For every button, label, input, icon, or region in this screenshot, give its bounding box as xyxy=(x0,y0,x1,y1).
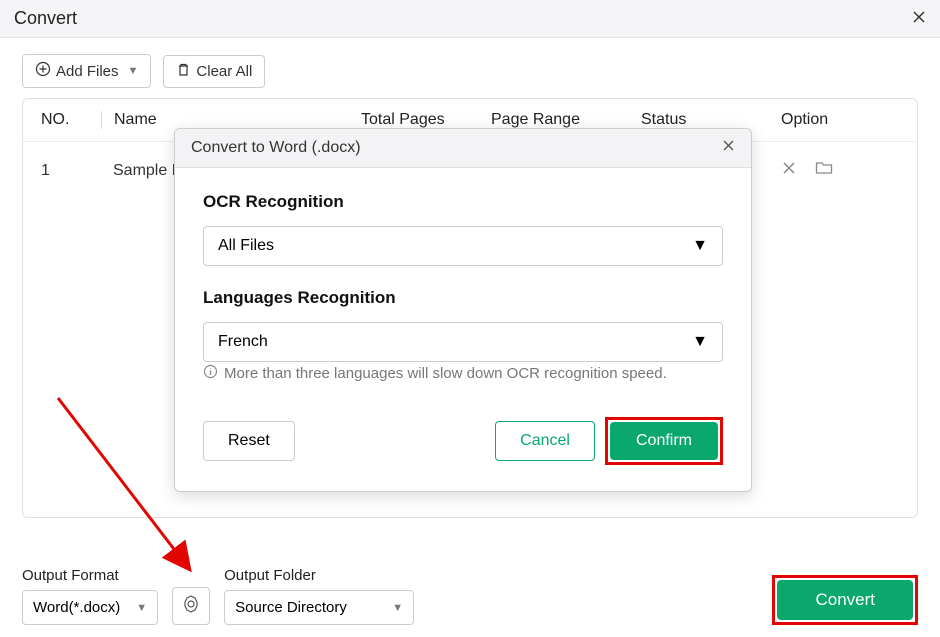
modal-body: OCR Recognition All Files ▼ Languages Re… xyxy=(175,168,751,395)
toolbar: Add Files ▼ Clear All xyxy=(0,38,940,98)
plus-icon xyxy=(35,61,51,81)
col-status: Status xyxy=(641,111,781,129)
ocr-files-value: All Files xyxy=(218,237,274,255)
output-format-select[interactable]: Word(*.docx) ▼ xyxy=(22,590,158,625)
window-title: Convert xyxy=(14,8,77,29)
settings-button[interactable] xyxy=(172,587,210,625)
chevron-down-icon: ▼ xyxy=(392,602,403,614)
convert-settings-modal: Convert to Word (.docx) OCR Recognition … xyxy=(174,128,752,492)
col-option: Option xyxy=(781,111,899,129)
output-format-label: Output Format xyxy=(22,567,158,584)
clear-all-label: Clear All xyxy=(196,63,252,80)
chevron-down-icon: ▼ xyxy=(128,65,139,77)
modal-header: Convert to Word (.docx) xyxy=(175,129,751,168)
bottom-bar: Output Format Word(*.docx) ▼ Output Fold… xyxy=(22,567,918,625)
output-folder-label: Output Folder xyxy=(224,567,414,584)
reset-button[interactable]: Reset xyxy=(203,421,295,461)
close-icon[interactable] xyxy=(912,8,926,29)
lang-section-title: Languages Recognition xyxy=(203,288,723,308)
modal-footer: Reset Cancel Confirm xyxy=(175,395,751,491)
cancel-button[interactable]: Cancel xyxy=(495,421,595,461)
add-files-label: Add Files xyxy=(56,63,119,80)
modal-title: Convert to Word (.docx) xyxy=(191,139,361,157)
hint-text: More than three languages will slow down… xyxy=(203,364,723,383)
output-folder-select[interactable]: Source Directory ▼ xyxy=(224,590,414,625)
add-files-button[interactable]: Add Files ▼ xyxy=(22,54,151,88)
ocr-files-select[interactable]: All Files ▼ xyxy=(203,226,723,266)
annotation-highlight: Confirm xyxy=(605,417,723,465)
output-format-value: Word(*.docx) xyxy=(33,599,120,616)
gear-icon xyxy=(181,594,201,619)
window-header: Convert xyxy=(0,0,940,38)
output-folder-group: Output Folder Source Directory ▼ xyxy=(224,567,414,625)
chevron-down-icon: ▼ xyxy=(692,333,708,351)
remove-row-icon[interactable] xyxy=(781,160,797,181)
language-select[interactable]: French ▼ xyxy=(203,322,723,362)
col-page-range: Page Range xyxy=(491,111,641,129)
row-no: 1 xyxy=(41,162,101,180)
col-no: NO. xyxy=(41,111,101,129)
output-format-group: Output Format Word(*.docx) ▼ xyxy=(22,567,158,625)
info-icon xyxy=(203,364,218,383)
confirm-button[interactable]: Confirm xyxy=(610,422,718,460)
convert-button[interactable]: Convert xyxy=(777,580,913,620)
row-options xyxy=(781,160,899,181)
ocr-section-title: OCR Recognition xyxy=(203,192,723,212)
trash-icon xyxy=(176,62,191,81)
output-folder-value: Source Directory xyxy=(235,599,347,616)
chevron-down-icon: ▼ xyxy=(692,237,708,255)
col-total-pages: Total Pages xyxy=(361,111,491,129)
chevron-down-icon: ▼ xyxy=(136,602,147,614)
language-value: French xyxy=(218,333,268,351)
col-name: Name xyxy=(101,111,361,129)
clear-all-button[interactable]: Clear All xyxy=(163,55,265,88)
folder-icon[interactable] xyxy=(815,160,833,181)
modal-close-icon[interactable] xyxy=(722,139,735,157)
annotation-highlight: Convert xyxy=(772,575,918,625)
hint-label: More than three languages will slow down… xyxy=(224,365,667,382)
